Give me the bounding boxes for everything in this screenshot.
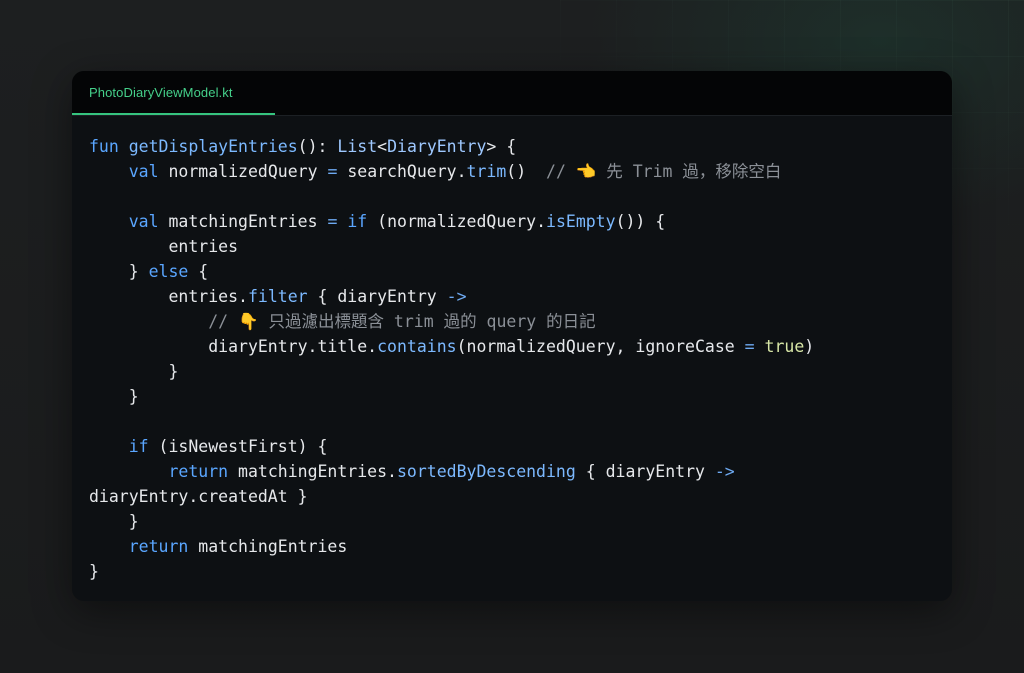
code-token: ()) { — [615, 212, 666, 231]
code-line: if (isNewestFirst) { — [89, 434, 814, 459]
code-token: return — [128, 537, 189, 556]
code-token: } — [89, 562, 99, 581]
code-token: (normalizedQuery, ignoreCase — [456, 337, 745, 356]
code-token: DiaryEntry — [387, 137, 487, 156]
code-token: if — [347, 212, 368, 231]
code-token: } — [89, 362, 179, 381]
code-line: entries.filter { diaryEntry -> — [89, 284, 814, 309]
code-token: List — [337, 137, 378, 156]
code-token: -> — [446, 287, 467, 306]
code-line: } — [89, 359, 814, 384]
code-token: fun — [89, 137, 119, 156]
code-line: fun getDisplayEntries(): List<DiaryEntry… — [89, 134, 814, 159]
code-token: (): — [297, 137, 338, 156]
code-token: val — [128, 212, 159, 231]
code-token: { diaryEntry — [307, 287, 447, 306]
code-token: diaryEntry.createdAt } — [89, 487, 308, 506]
code-token: true — [764, 337, 805, 356]
code-token: filter — [247, 287, 308, 306]
tab-file[interactable]: PhotoDiaryViewModel.kt — [72, 71, 275, 115]
code-token: searchQuery. — [337, 162, 467, 181]
code-token: return — [168, 462, 229, 481]
code-token: { diaryEntry — [575, 462, 715, 481]
code-token: { — [188, 262, 209, 281]
code-line: } — [89, 559, 814, 584]
code-token: // 👈 先 Trim 過，移除空白 — [546, 162, 782, 181]
code-line: diaryEntry.createdAt } — [89, 484, 814, 509]
code-line: val normalizedQuery = searchQuery.trim()… — [89, 159, 814, 184]
code-token: // 👇 只過濾出標題含 trim 過的 query 的日記 — [208, 312, 596, 331]
code-token: if — [128, 437, 149, 456]
code-token: > { — [486, 137, 517, 156]
code-token: entries — [89, 237, 239, 256]
code-token: trim — [466, 162, 507, 181]
code-token: () — [506, 162, 547, 181]
code-token: getDisplayEntries — [128, 137, 298, 156]
code-line: } — [89, 384, 814, 409]
code-line: // 👇 只過濾出標題含 trim 過的 query 的日記 — [89, 309, 814, 334]
code-line: } else { — [89, 259, 814, 284]
code-token: -> — [714, 462, 735, 481]
code-token: } — [89, 262, 149, 281]
code-token: diaryEntry.title. — [89, 337, 378, 356]
code-line: val matchingEntries = if (normalizedQuer… — [89, 209, 814, 234]
code-token: sortedByDescending — [396, 462, 576, 481]
code-editor[interactable]: fun getDisplayEntries(): List<DiaryEntry… — [89, 134, 814, 584]
code-token: normalizedQuery — [158, 162, 328, 181]
tab-filename: PhotoDiaryViewModel.kt — [89, 84, 233, 100]
code-token: val — [128, 162, 159, 181]
code-token: matchingEntries. — [228, 462, 397, 481]
code-token: contains — [377, 337, 457, 356]
code-line: entries — [89, 234, 814, 259]
code-token: = — [327, 162, 338, 181]
code-token: ) — [804, 337, 815, 356]
code-line: diaryEntry.title.contains(normalizedQuer… — [89, 334, 814, 359]
code-line: ​ — [89, 184, 814, 209]
code-token: matchingEntries — [158, 212, 328, 231]
code-token: < — [377, 137, 388, 156]
code-token: matchingEntries — [188, 537, 348, 556]
tab-bar: PhotoDiaryViewModel.kt — [72, 71, 952, 116]
code-token: entries. — [89, 287, 248, 306]
code-token: } — [89, 387, 139, 406]
code-line: return matchingEntries.sortedByDescendin… — [89, 459, 814, 484]
code-token: isEmpty — [546, 212, 616, 231]
code-token: = — [327, 212, 338, 231]
code-token: = — [744, 337, 755, 356]
code-token: } — [89, 512, 139, 531]
code-token: (isNewestFirst) { — [148, 437, 328, 456]
code-token: (normalizedQuery. — [367, 212, 547, 231]
code-line: } — [89, 509, 814, 534]
code-line: ​ — [89, 409, 814, 434]
code-line: return matchingEntries — [89, 534, 814, 559]
code-token: else — [148, 262, 189, 281]
code-window: PhotoDiaryViewModel.kt fun getDisplayEnt… — [72, 71, 952, 601]
